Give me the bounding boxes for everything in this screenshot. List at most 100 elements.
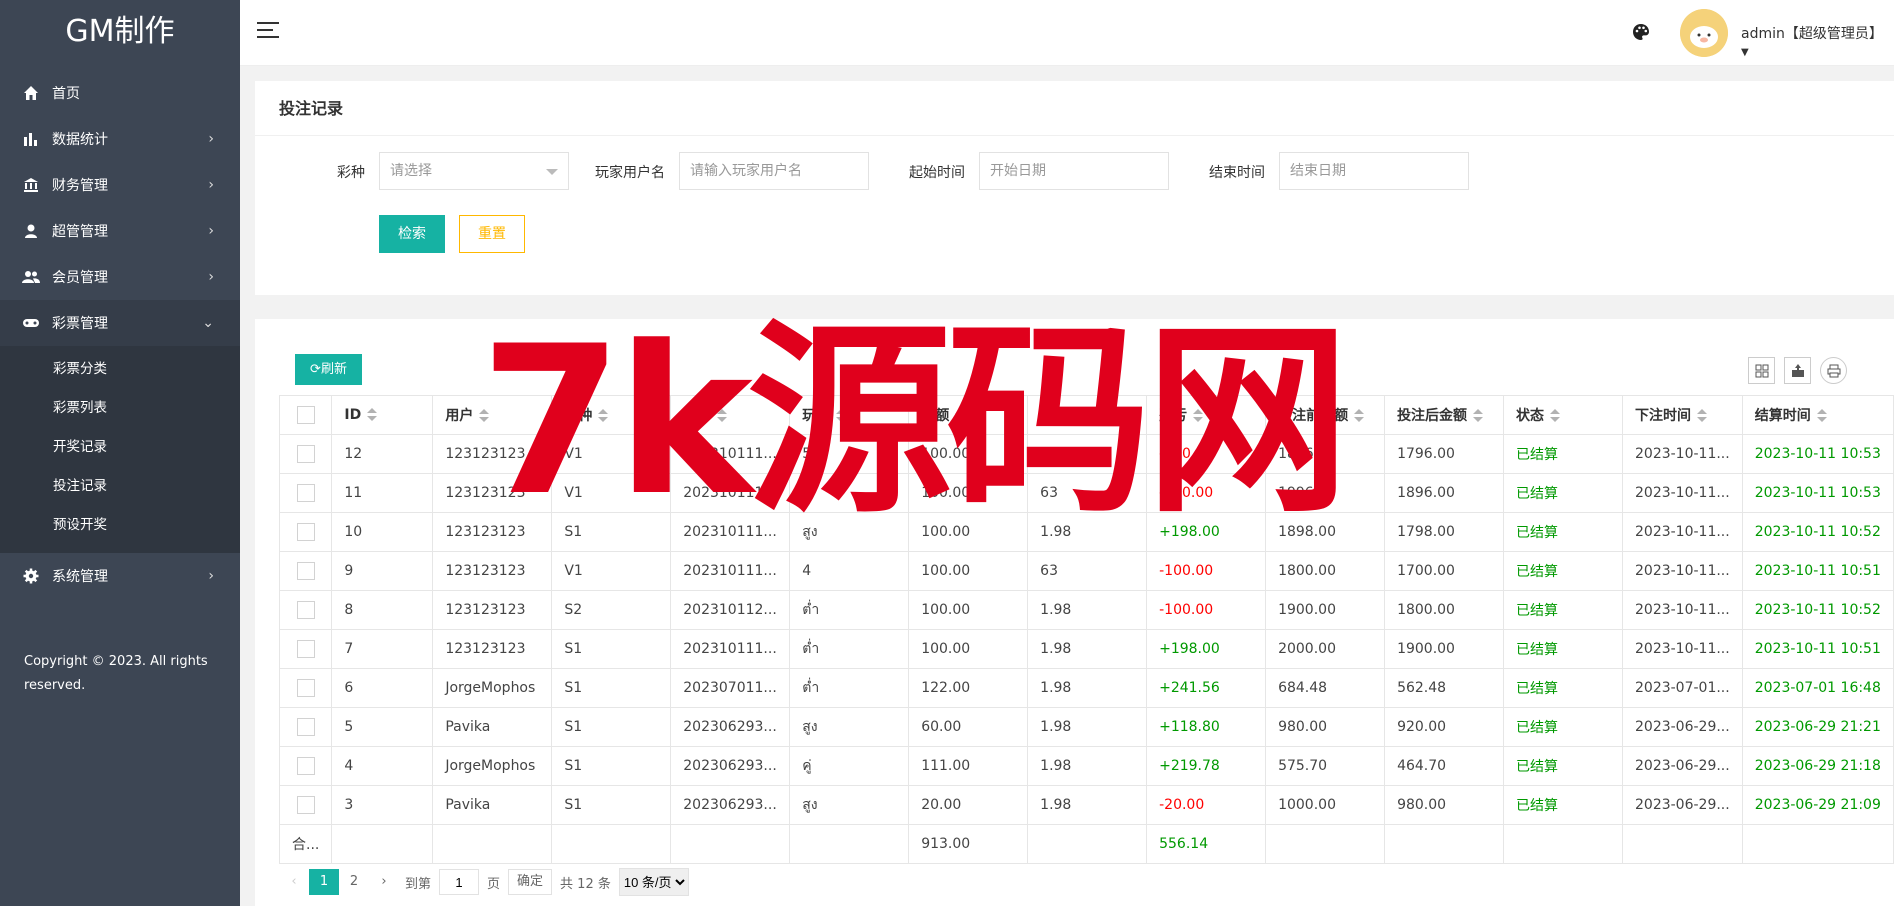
sort-icon[interactable] xyxy=(955,409,966,423)
row-checkbox-cell[interactable] xyxy=(278,629,333,669)
row-checkbox[interactable] xyxy=(296,640,315,658)
table-cell: 202310111... xyxy=(670,629,791,669)
table-cell: 10 xyxy=(331,512,434,552)
sort-icon[interactable] xyxy=(1473,409,1484,423)
users-icon xyxy=(22,268,40,286)
avatar[interactable] xyxy=(1680,9,1728,57)
prev-page-icon[interactable]: ‹ xyxy=(279,869,309,895)
table-row[interactable]: 11 123123123 V1 202310111... 4 100.00 63 -100.0… xyxy=(278,473,1894,513)
sort-icon[interactable] xyxy=(1550,409,1561,423)
row-checkbox[interactable] xyxy=(296,484,315,502)
column-header[interactable]: 期号 xyxy=(670,395,791,435)
submenu-item-preset-draw[interactable]: 预设开奖 xyxy=(0,506,240,545)
table-row[interactable]: 8 123123123 S2 202310112... ต่ำ 100.00 1.98 -10… xyxy=(278,590,1894,630)
username-input[interactable]: 请输入玩家用户名 xyxy=(679,152,869,190)
columns-filter-button[interactable] xyxy=(1748,357,1775,384)
refresh-button[interactable]: ⟳刷新 xyxy=(295,354,362,385)
sort-icon[interactable] xyxy=(836,409,847,423)
column-header[interactable]: 玩法 xyxy=(789,395,910,435)
sidebar-item-lottery[interactable]: 彩票管理 ⌄ xyxy=(0,300,240,346)
page-size-select[interactable]: 10 条/页 xyxy=(618,868,689,896)
column-header[interactable]: ID xyxy=(331,395,434,435)
brand-logo: GM制作 xyxy=(65,14,175,49)
reset-button[interactable]: 重置 xyxy=(459,215,525,253)
table-row[interactable]: 10 123123123 S1 202310111... สูง 100.00 1.98 +1… xyxy=(278,512,1894,552)
table-row[interactable]: 5 Pavika S1 202306293... สูง 60.00 1.98 +118.80… xyxy=(278,707,1894,747)
select-all-checkbox[interactable] xyxy=(296,406,315,424)
row-checkbox-cell[interactable] xyxy=(278,473,333,513)
sidebar-item-members[interactable]: 会员管理 › xyxy=(0,254,240,300)
row-checkbox[interactable] xyxy=(296,445,315,463)
row-checkbox-cell[interactable] xyxy=(278,707,333,747)
row-checkbox[interactable] xyxy=(296,718,315,736)
table-row[interactable]: 4 JorgeMophos S1 202306293... คู่ 111.00 1.98 +… xyxy=(278,746,1894,786)
table-row[interactable]: 7 123123123 S1 202310111... ต่ำ 100.00 1.98 +19… xyxy=(278,629,1894,669)
sidebar-item-home[interactable]: 首页 xyxy=(0,70,240,116)
palette-icon[interactable] xyxy=(1632,23,1650,41)
row-checkbox[interactable] xyxy=(296,523,315,541)
submenu-item-lottery-category[interactable]: 彩票分类 xyxy=(0,350,240,389)
confirm-jump-button[interactable]: 确定 xyxy=(508,869,553,895)
print-button[interactable] xyxy=(1820,357,1847,384)
column-header[interactable]: 下注时间 xyxy=(1622,395,1743,435)
sidebar-item-superadmin[interactable]: 超管管理 › xyxy=(0,208,240,254)
column-header[interactable]: 状态 xyxy=(1503,395,1623,435)
select-all-checkbox-cell[interactable] xyxy=(278,395,333,435)
sort-icon[interactable] xyxy=(598,409,609,423)
column-header[interactable]: 结算时间 xyxy=(1741,395,1894,435)
table-cell: 1996.00 xyxy=(1265,473,1386,513)
start-date-input[interactable]: 开始日期 xyxy=(979,152,1169,190)
export-button[interactable] xyxy=(1784,357,1811,384)
table-row[interactable]: 9 123123123 V1 202310111... 4 100.00 63 -100.00… xyxy=(278,551,1894,591)
table-cell: 202310111... xyxy=(670,512,791,552)
row-checkbox-cell[interactable] xyxy=(278,434,333,474)
column-header[interactable]: 盈亏 xyxy=(1146,395,1267,435)
table-row[interactable]: 12 123123123 V1 202310111... 5 100.00 1.5 -100.… xyxy=(278,434,1894,474)
row-checkbox[interactable] xyxy=(296,562,315,580)
page-jump-input[interactable] xyxy=(439,869,480,895)
sidebar-item-statistics[interactable]: 数据统计 › xyxy=(0,116,240,162)
table-cell: 2023-10-11 10:52 xyxy=(1741,590,1894,630)
column-header[interactable]: 用户 xyxy=(432,395,553,435)
table-cell: 3 xyxy=(331,785,434,825)
page-1-button[interactable]: 1 xyxy=(309,869,339,895)
sort-icon[interactable] xyxy=(367,408,378,422)
submenu-item-lottery-list[interactable]: 彩票列表 xyxy=(0,389,240,428)
start-date-placeholder: 开始日期 xyxy=(990,163,1046,179)
admin-user-menu[interactable]: admin【超级管理员】 ▼ xyxy=(1741,23,1894,59)
home-icon xyxy=(22,84,40,102)
row-checkbox[interactable] xyxy=(296,757,315,775)
sort-icon[interactable] xyxy=(1816,409,1827,423)
next-page-icon[interactable]: › xyxy=(369,869,399,895)
page-2-button[interactable]: 2 xyxy=(339,869,369,895)
row-checkbox[interactable] xyxy=(296,796,315,814)
row-checkbox-cell[interactable] xyxy=(278,551,333,591)
sort-icon[interactable] xyxy=(479,409,490,423)
column-header[interactable]: 投注后金额 xyxy=(1384,395,1505,435)
row-checkbox-cell[interactable] xyxy=(278,590,333,630)
row-checkbox-cell[interactable] xyxy=(278,512,333,552)
column-header[interactable]: 投注前金额 xyxy=(1265,395,1386,435)
row-checkbox[interactable] xyxy=(296,601,315,619)
sidebar-item-finance[interactable]: 财务管理 › xyxy=(0,162,240,208)
sidebar-item-system[interactable]: 系统管理 › xyxy=(0,553,240,599)
menu-toggle-icon[interactable] xyxy=(257,22,279,42)
search-button[interactable]: 检索 xyxy=(379,215,445,253)
submenu-item-draw-records[interactable]: 开奖记录 xyxy=(0,428,240,467)
column-header[interactable]: 金额 xyxy=(908,395,1029,435)
table-cell: 4 xyxy=(789,473,910,513)
table-row[interactable]: 3 Pavika S1 202306293... สูง 20.00 1.98 -20.00 1… xyxy=(278,785,1894,825)
row-checkbox[interactable] xyxy=(296,679,315,697)
column-header[interactable]: 彩种 xyxy=(551,395,672,435)
sort-icon[interactable] xyxy=(1697,409,1707,423)
submenu-item-bet-records[interactable]: 投注记录 xyxy=(0,467,240,506)
row-checkbox-cell[interactable] xyxy=(278,785,333,825)
sort-icon[interactable] xyxy=(1354,409,1365,423)
lottery-select[interactable]: 请选择 xyxy=(379,152,569,190)
sort-icon[interactable] xyxy=(1193,409,1204,423)
row-checkbox-cell[interactable] xyxy=(278,746,333,786)
sort-icon[interactable] xyxy=(717,409,728,423)
row-checkbox-cell[interactable] xyxy=(278,668,333,708)
table-row[interactable]: 6 JorgeMophos S1 202307011... ต่ำ 122.00 1.98 +… xyxy=(278,668,1894,708)
end-date-input[interactable]: 结束日期 xyxy=(1279,152,1469,190)
